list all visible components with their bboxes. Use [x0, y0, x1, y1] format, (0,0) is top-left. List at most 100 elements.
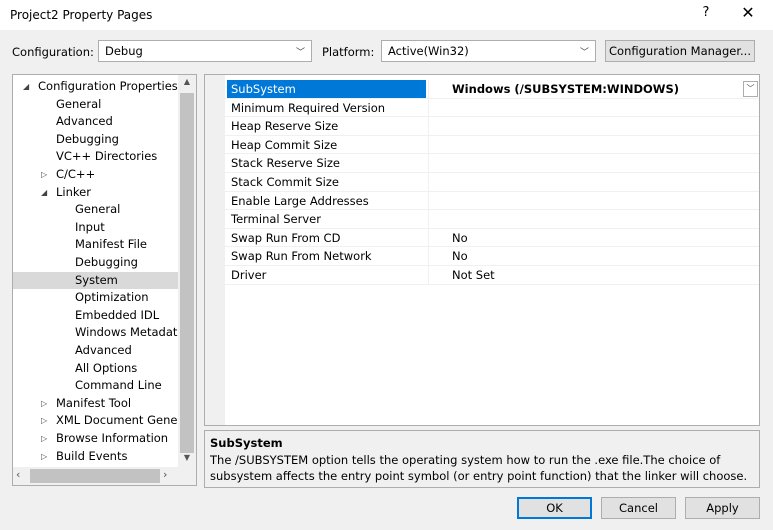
tree-item[interactable]: System [13, 271, 178, 289]
ok-button[interactable]: OK [517, 497, 592, 519]
tree-item[interactable]: ▷ XML Document Genera [13, 412, 189, 429]
column-divider [428, 154, 429, 173]
close-icon[interactable]: ✕ [736, 3, 760, 22]
tree-item-label: Manifest File [75, 237, 147, 252]
column-divider [428, 228, 429, 247]
chevron-down-icon[interactable]: ﹀ [743, 81, 758, 97]
expand-arrow-icon[interactable]: ▷ [41, 166, 47, 183]
property-row[interactable]: Swap Run From Network No [225, 247, 759, 266]
scroll-right-icon[interactable]: › [163, 468, 167, 481]
description-panel: SubSystem The /SUBSYSTEM option tells th… [204, 430, 760, 488]
tree-item[interactable]: Advanced [13, 342, 178, 359]
tree-item-label: Advanced [56, 114, 113, 129]
tree-item-label: Debugging [75, 255, 138, 269]
tree-item-label: Input [75, 219, 105, 234]
property-name: Heap Reserve Size [231, 119, 339, 134]
tree-item-label: VC++ Directories [56, 149, 158, 164]
tree-item[interactable]: Debugging [13, 254, 178, 271]
column-divider [428, 210, 429, 229]
tree-item[interactable]: ▷ Manifest Tool [13, 395, 178, 412]
apply-button[interactable]: Apply [685, 497, 760, 519]
tree-vertical-scrollbar[interactable]: ▲ ▼ [178, 75, 196, 467]
property-value[interactable]: Not Set [452, 268, 495, 282]
tree-item[interactable]: Debugging [13, 131, 178, 148]
help-icon[interactable]: ? [698, 5, 714, 20]
property-row[interactable]: Stack Commit Size [225, 173, 759, 192]
property-value[interactable]: Windows (/SUBSYSTEM:WINDOWS) [452, 82, 679, 96]
column-divider [428, 80, 429, 98]
tree-horizontal-scrollbar[interactable]: ‹ › [13, 467, 196, 485]
tree-item-label: Debugging [56, 131, 119, 146]
tree-item-label: General [75, 202, 121, 217]
scrollbar-thumb[interactable] [180, 93, 194, 453]
scroll-up-icon[interactable]: ▲ [178, 77, 196, 86]
tree-item[interactable]: ▷ C/C++ [13, 166, 178, 183]
tree-item-label: Browse Information [56, 431, 169, 445]
tree-item-label: Configuration Properties [38, 79, 178, 93]
description-title: SubSystem [210, 436, 283, 450]
platform-select[interactable]: Active(Win32) ﹀ [381, 40, 596, 62]
tree-item[interactable]: Embedded IDL [13, 307, 178, 324]
expand-arrow-icon[interactable]: ▷ [41, 395, 47, 412]
cancel-button[interactable]: Cancel [601, 497, 676, 519]
tree-item[interactable]: ◢ Configuration Properties [13, 78, 178, 95]
tree-item-label: Embedded IDL [75, 307, 160, 322]
tree-item[interactable]: Manifest File [13, 236, 178, 253]
configuration-label: Configuration: [12, 45, 94, 59]
property-row[interactable]: SubSystem Windows (/SUBSYSTEM:WINDOWS) ﹀ [225, 80, 759, 99]
tree-item-label: XML Document Genera [56, 413, 190, 428]
tree-item[interactable]: Advanced [13, 113, 178, 130]
property-name: Stack Reserve Size [231, 156, 340, 171]
expand-arrow-icon[interactable]: ▷ [41, 430, 47, 447]
tree-item-label: System [75, 272, 118, 287]
description-text: The /SUBSYSTEM option tells the operatin… [210, 453, 748, 483]
property-name: Minimum Required Version [231, 100, 386, 115]
property-row[interactable]: Heap Reserve Size [225, 117, 759, 136]
chevron-down-icon: ﹀ [295, 48, 305, 58]
scrollbar-thumb[interactable] [30, 469, 160, 483]
property-tree: ◢ Configuration Properties General Advanced… [12, 74, 197, 486]
configuration-manager-button[interactable]: Configuration Manager... [605, 40, 755, 62]
tree-item[interactable]: Command Line [13, 377, 178, 394]
column-divider [428, 117, 429, 136]
tree-item-label: C/C++ [56, 167, 96, 181]
tree-item[interactable]: Optimization [13, 289, 178, 306]
tree-item[interactable]: ▷ Browse Information [13, 430, 178, 447]
property-row[interactable]: Enable Large Addresses [225, 191, 759, 211]
property-grid: SubSystem Windows (/SUBSYSTEM:WINDOWS) ﹀ Mi… [204, 74, 760, 426]
property-name: Stack Commit Size [231, 175, 339, 189]
property-name: SubSystem [227, 80, 426, 98]
collapse-arrow-icon[interactable]: ◢ [41, 184, 47, 201]
property-row[interactable]: Swap Run From CD No [225, 228, 759, 248]
collapse-arrow-icon[interactable]: ◢ [23, 78, 29, 95]
scroll-left-icon[interactable]: ‹ [16, 468, 20, 481]
property-value[interactable]: No [452, 249, 468, 263]
property-row[interactable]: Terminal Server [225, 210, 759, 229]
tree-item[interactable]: ◢ Linker [13, 184, 178, 201]
tree-item[interactable]: All Options [13, 360, 178, 377]
property-name: Driver [231, 268, 267, 282]
tree-item-label: Command Line [75, 378, 162, 393]
tree-item-label: Build Events [56, 448, 128, 463]
tree-item-label: All Options [75, 360, 138, 375]
property-row[interactable]: Stack Reserve Size [225, 154, 759, 173]
tree-item[interactable]: Windows Metadata [13, 324, 184, 341]
configuration-select[interactable]: Debug ﹀ [98, 40, 312, 62]
property-name: Enable Large Addresses [231, 193, 369, 208]
property-row[interactable]: Heap Commit Size [225, 135, 759, 155]
expand-arrow-icon[interactable]: ▷ [41, 448, 47, 465]
property-name: Swap Run From CD [231, 230, 341, 245]
tree-item[interactable]: VC++ Directories [13, 148, 178, 165]
expand-arrow-icon[interactable]: ▷ [41, 412, 47, 429]
tree-item[interactable]: General [13, 201, 178, 218]
property-value[interactable]: No [452, 231, 468, 245]
scroll-down-icon[interactable]: ▼ [178, 453, 196, 462]
column-divider [428, 98, 429, 117]
tree-item[interactable]: ▷ Build Events [13, 448, 178, 465]
tree-item[interactable]: Input [13, 219, 178, 236]
property-name: Swap Run From Network [231, 249, 372, 264]
grid-gutter [205, 75, 225, 425]
tree-item[interactable]: General [13, 96, 178, 113]
property-row[interactable]: Minimum Required Version [225, 98, 759, 118]
property-row[interactable]: Driver Not Set [225, 266, 759, 285]
